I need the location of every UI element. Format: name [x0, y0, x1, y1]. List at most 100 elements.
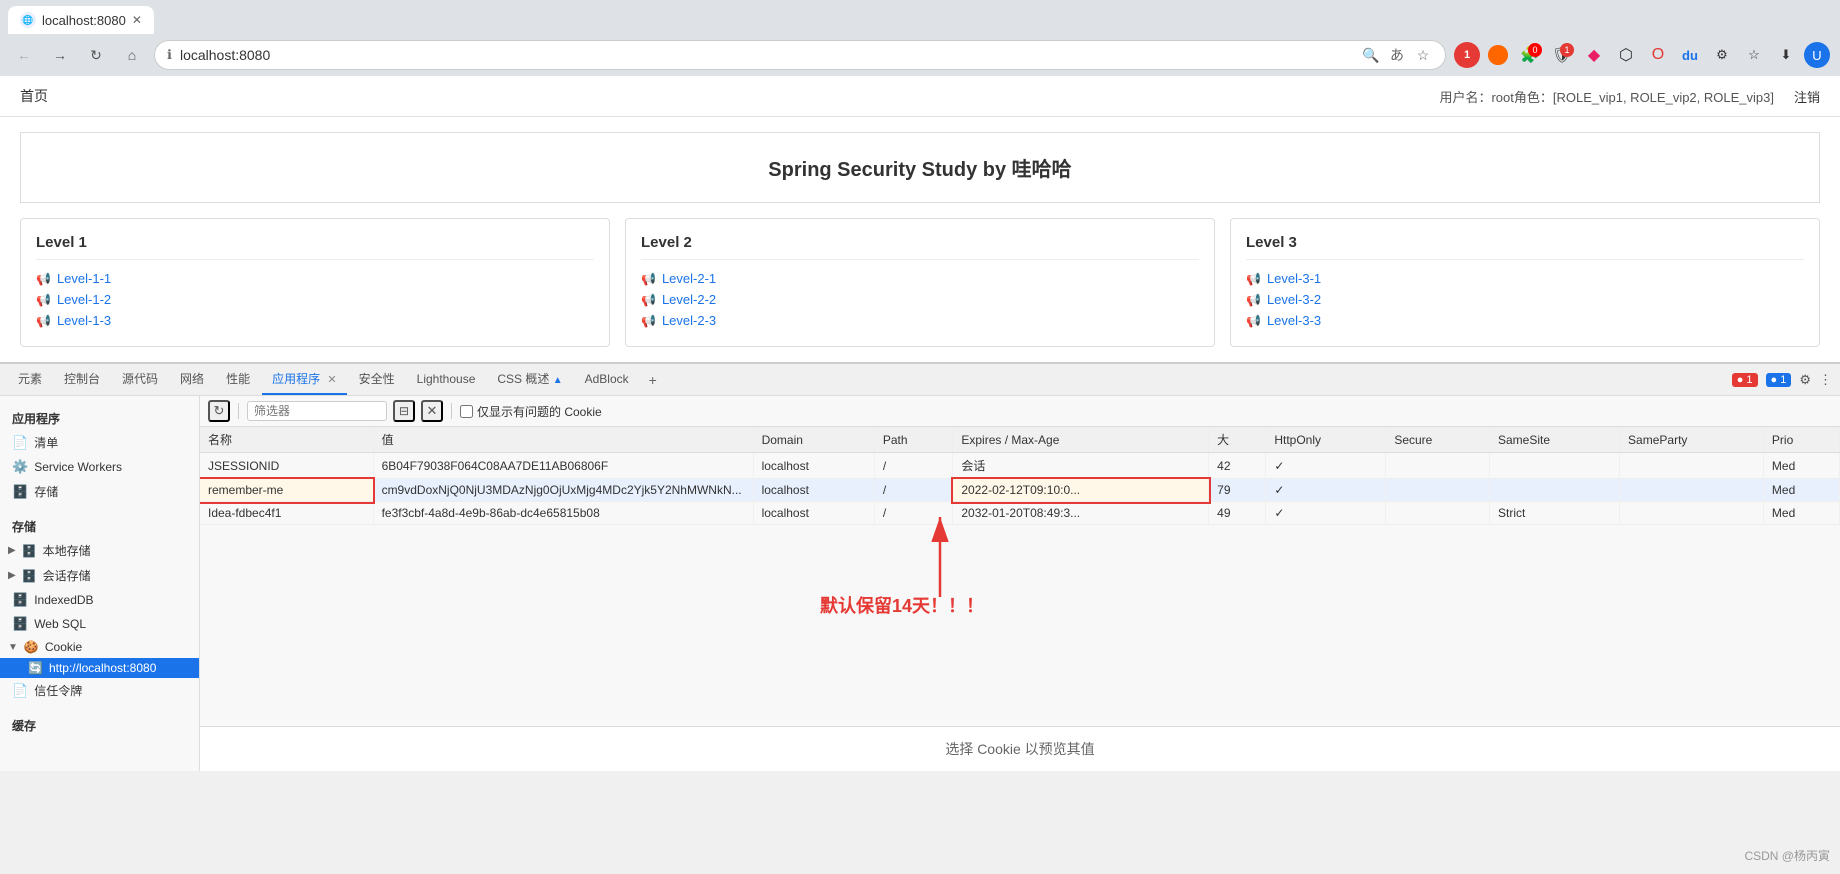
level-card-2: Level 2 📢 Level-2-1 📢 Level-2-2 📢 Level-…: [625, 218, 1215, 347]
col-header-secure[interactable]: Secure: [1386, 427, 1490, 453]
sidebar-item-indexeddb[interactable]: 🗄️ IndexedDB: [0, 588, 199, 612]
local-storage-label: 本地存储: [43, 542, 91, 559]
extension-icon-4[interactable]: 🛡 1: [1548, 41, 1576, 69]
extension-icon-2[interactable]: [1484, 41, 1512, 69]
col-header-size[interactable]: 大: [1209, 427, 1266, 453]
devtools-tab-lighthouse[interactable]: Lighthouse: [407, 366, 486, 394]
devtools-tab-application[interactable]: 应用程序 ✕: [262, 364, 347, 395]
table-row[interactable]: remember-mecm9vdDoxNjQ0NjU3MDAzNjg0OjUxM…: [200, 479, 1840, 502]
devtools-more-icon[interactable]: ⋮: [1819, 372, 1832, 388]
sidebar-item-cookie-localhost[interactable]: 🔄 http://localhost:8080: [0, 658, 199, 678]
browser-tab[interactable]: 🌐 localhost:8080 ✕: [8, 6, 154, 34]
security-icon: ℹ: [167, 47, 172, 63]
devtools-sidebar: 应用程序 📄 清单 ⚙️ Service Workers 🗄️ 存储 存储 ▶ …: [0, 396, 200, 771]
devtools-main-panel: ↻ ⊟ ✕ 仅显示有问题的 Cookie 名称 值: [200, 396, 1840, 771]
col-header-samesite[interactable]: SameSite: [1490, 427, 1620, 453]
level-3-1-link[interactable]: 📢 Level-3-1: [1246, 271, 1804, 286]
sidebar-item-manifest[interactable]: 📄 清单: [0, 430, 199, 455]
show-issues-checkbox[interactable]: 仅显示有问题的 Cookie: [460, 403, 602, 420]
browser-chrome: 🌐 localhost:8080 ✕ ← → ↻ ⌂ ℹ localhost:8…: [0, 0, 1840, 76]
devtools-tab-css[interactable]: CSS 概述 ▲: [487, 364, 572, 395]
filter-options-button[interactable]: ⊟: [393, 400, 415, 422]
show-issues-input[interactable]: [460, 405, 473, 418]
forward-button[interactable]: →: [46, 41, 74, 69]
level-2-3-link[interactable]: 📢 Level-2-3: [641, 313, 1199, 328]
extension-icon-5[interactable]: ◆: [1580, 41, 1608, 69]
devtools-tab-console[interactable]: 控制台: [54, 364, 110, 395]
cookie-secure-cell: [1386, 453, 1490, 479]
cookie-table-wrapper: 名称 值 Domain Path Expires / Max-Age 大 Htt…: [200, 427, 1840, 726]
translate-icon[interactable]: あ: [1387, 45, 1407, 65]
col-header-sameparty[interactable]: SameParty: [1620, 427, 1764, 453]
logout-button[interactable]: 注销: [1794, 87, 1820, 106]
indexeddb-label: IndexedDB: [34, 593, 93, 607]
devtools-tab-network[interactable]: 网络: [170, 364, 214, 395]
sidebar-item-service-workers[interactable]: ⚙️ Service Workers: [0, 455, 199, 479]
col-header-httponly[interactable]: HttpOnly: [1266, 427, 1386, 453]
browser-toolbar-icons: 1 🧩 0 🛡 1 ◆ ⬡ O du: [1454, 41, 1830, 69]
cookie-samesite-cell: [1490, 479, 1620, 502]
level-1-1-link[interactable]: 📢 Level-1-1: [36, 271, 594, 286]
col-header-name[interactable]: 名称: [200, 427, 373, 453]
level-card-1: Level 1 📢 Level-1-1 📢 Level-1-2 📢 Level-…: [20, 218, 610, 347]
megaphone-icon-6: 📢: [641, 314, 656, 328]
devtools-add-tab-button[interactable]: +: [641, 368, 665, 392]
devtools-tab-security[interactable]: 安全性: [349, 364, 405, 395]
sidebar-item-websql[interactable]: 🗄️ Web SQL: [0, 612, 199, 636]
reload-button[interactable]: ↻: [82, 41, 110, 69]
refresh-button[interactable]: ↻: [208, 400, 230, 422]
bookmark-icon[interactable]: ☆: [1413, 45, 1433, 65]
sidebar-group-local-storage: ▶ 🗄️ 本地存储: [0, 538, 199, 563]
level-3-3-link[interactable]: 📢 Level-3-3: [1246, 313, 1804, 328]
extension-icon-7[interactable]: O: [1644, 41, 1672, 69]
home-button[interactable]: ⌂: [118, 41, 146, 69]
level-1-3-link[interactable]: 📢 Level-1-3: [36, 313, 594, 328]
cookie-expires-cell: 会话: [953, 453, 1209, 479]
download-icon[interactable]: ⬇: [1772, 41, 1800, 69]
cookie-path-cell: /: [874, 479, 953, 502]
level-2-2-link[interactable]: 📢 Level-2-2: [641, 292, 1199, 307]
settings-icon[interactable]: ⚙: [1708, 41, 1736, 69]
col-header-priority[interactable]: Prio: [1763, 427, 1839, 453]
devtools-tab-elements[interactable]: 元素: [8, 364, 52, 395]
extension-icon-3[interactable]: 🧩 0: [1516, 41, 1544, 69]
cookie-size-cell: 42: [1209, 453, 1266, 479]
storage-label: 存储: [34, 483, 58, 500]
sidebar-group-session-storage-header[interactable]: ▶ 🗄️ 会话存储: [0, 563, 199, 588]
sidebar-item-trust-tokens[interactable]: 📄 信任令牌: [0, 678, 199, 703]
back-button[interactable]: ←: [10, 41, 38, 69]
address-bar[interactable]: ℹ localhost:8080 🔍 あ ☆: [154, 40, 1446, 70]
search-icon[interactable]: 🔍: [1361, 45, 1381, 65]
table-row[interactable]: JSESSIONID6B04F79038F064C08AA7DE11AB0680…: [200, 453, 1840, 479]
level-3-2-link[interactable]: 📢 Level-3-2: [1246, 292, 1804, 307]
clear-filter-button[interactable]: ✕: [421, 400, 443, 422]
table-row[interactable]: Idea-fdbec4f1fe3f3cbf-4a8d-4e9b-86ab-dc4…: [200, 502, 1840, 525]
level-1-2-link[interactable]: 📢 Level-1-2: [36, 292, 594, 307]
url-display: localhost:8080: [180, 47, 1353, 63]
extension-icon-6[interactable]: ⬡: [1612, 41, 1640, 69]
devtools-settings-icon[interactable]: ⚙: [1799, 372, 1811, 388]
col-header-domain[interactable]: Domain: [753, 427, 874, 453]
show-issues-label: 仅显示有问题的 Cookie: [477, 403, 602, 420]
extension-icon-8[interactable]: du: [1676, 41, 1704, 69]
level-2-1-link[interactable]: 📢 Level-2-1: [641, 271, 1199, 286]
devtools-body: 应用程序 📄 清单 ⚙️ Service Workers 🗄️ 存储 存储 ▶ …: [0, 396, 1840, 771]
devtools-tab-performance[interactable]: 性能: [216, 364, 260, 395]
extension-icon-1[interactable]: 1: [1454, 42, 1480, 68]
cookie-name-cell: JSESSIONID: [200, 453, 373, 479]
tab-close-application[interactable]: ✕: [327, 374, 336, 386]
cookie-domain-cell: localhost: [753, 453, 874, 479]
col-header-expires[interactable]: Expires / Max-Age: [953, 427, 1209, 453]
bookmarks-icon[interactable]: ☆: [1740, 41, 1768, 69]
devtools-tab-adblock[interactable]: AdBlock: [575, 366, 639, 394]
profile-icon[interactable]: U: [1804, 42, 1830, 68]
filter-input[interactable]: [247, 401, 387, 421]
devtools-tab-source[interactable]: 源代码: [112, 364, 168, 395]
sidebar-group-cookie-header[interactable]: ▼ 🍪 Cookie: [0, 636, 199, 658]
col-header-path[interactable]: Path: [874, 427, 953, 453]
home-link[interactable]: 首页: [20, 86, 48, 106]
sidebar-group-local-storage-header[interactable]: ▶ 🗄️ 本地存储: [0, 538, 199, 563]
col-header-value[interactable]: 值: [373, 427, 753, 453]
sidebar-item-storage-main[interactable]: 🗄️ 存储: [0, 479, 199, 504]
tab-close-button[interactable]: ✕: [132, 13, 142, 27]
